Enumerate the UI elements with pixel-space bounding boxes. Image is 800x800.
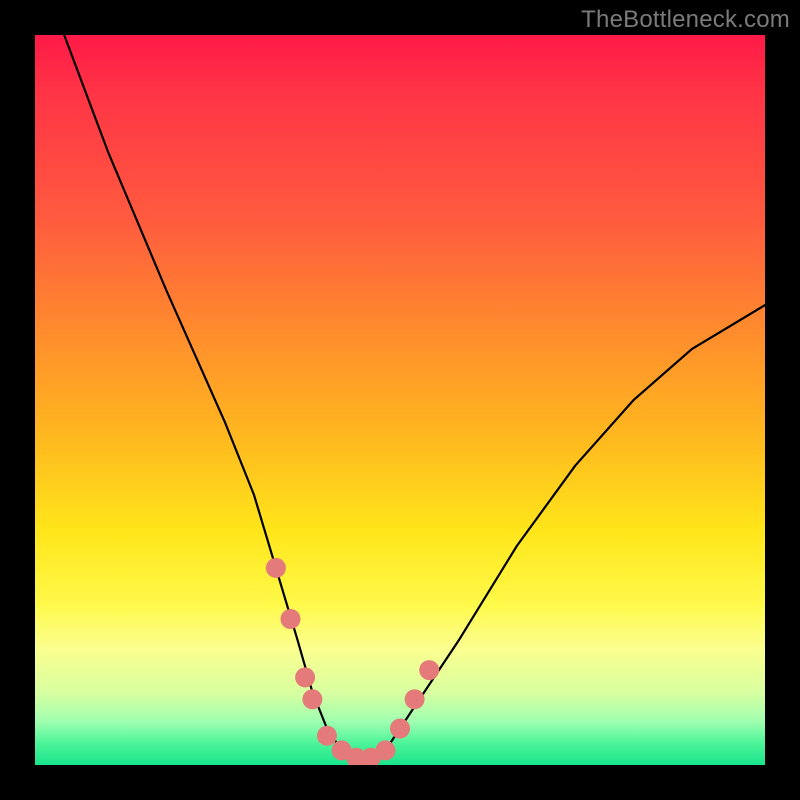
bottleneck-curve [64,35,765,758]
curve-marker [302,689,322,709]
marker-group [266,558,439,765]
curve-marker [375,740,395,760]
curve-marker [390,719,410,739]
curve-marker [419,660,439,680]
curve-group [64,35,765,758]
curve-marker [281,609,301,629]
plot-area [35,35,765,765]
chart-frame: TheBottleneck.com [0,0,800,800]
curve-marker [266,558,286,578]
watermark-text: TheBottleneck.com [581,6,790,34]
curve-marker [295,667,315,687]
curve-marker [405,689,425,709]
chart-svg [35,35,765,765]
curve-marker [317,726,337,746]
